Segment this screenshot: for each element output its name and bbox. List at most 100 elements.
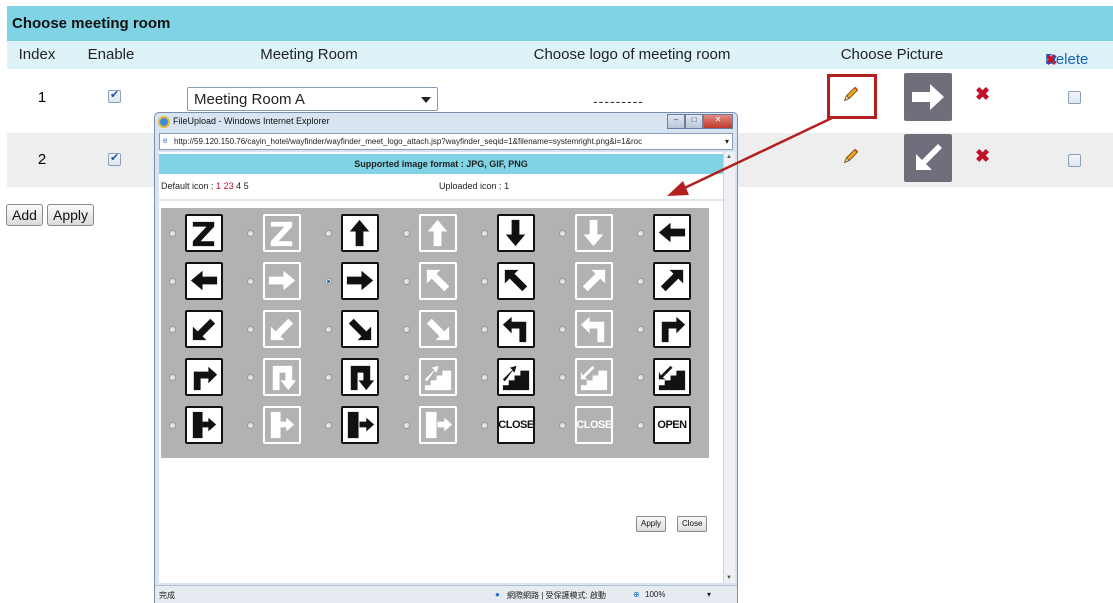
- icon-radio[interactable]: [325, 326, 332, 333]
- icon-radio[interactable]: [247, 230, 254, 237]
- close-window-icon[interactable]: ✕: [703, 114, 733, 129]
- icon-option[interactable]: [575, 262, 613, 300]
- icon-option[interactable]: [185, 214, 223, 252]
- icon-option[interactable]: [653, 310, 691, 348]
- icon-option[interactable]: [419, 358, 457, 396]
- icon-radio[interactable]: [169, 230, 176, 237]
- pencil-icon[interactable]: [842, 85, 860, 103]
- popup-apply-button[interactable]: Apply: [636, 516, 667, 532]
- icon-radio[interactable]: [559, 230, 566, 237]
- icon-option[interactable]: [419, 310, 457, 348]
- icon-radio[interactable]: [481, 422, 488, 429]
- minimize-icon[interactable]: –: [667, 114, 685, 129]
- icon-radio[interactable]: [403, 278, 410, 285]
- icon-radio[interactable]: [169, 422, 176, 429]
- icon-radio[interactable]: [481, 326, 488, 333]
- chevron-down-icon[interactable]: ▾: [707, 590, 711, 599]
- icon-option[interactable]: [341, 406, 379, 444]
- chevron-down-icon[interactable]: ▾: [725, 137, 729, 146]
- enable-checkbox[interactable]: [108, 88, 121, 103]
- meeting-room-select[interactable]: Meeting Room A: [187, 87, 438, 111]
- uploaded-page-link-1[interactable]: 1: [504, 181, 509, 191]
- icon-radio[interactable]: [403, 422, 410, 429]
- icon-option[interactable]: [497, 214, 535, 252]
- icon-radio[interactable]: [247, 374, 254, 381]
- popup-close-button[interactable]: Close: [677, 516, 708, 532]
- scroll-down-icon[interactable]: ▼: [726, 575, 732, 581]
- icon-radio[interactable]: [169, 374, 176, 381]
- icon-radio[interactable]: [559, 278, 566, 285]
- icon-radio[interactable]: [559, 326, 566, 333]
- icon-radio[interactable]: [325, 422, 332, 429]
- page-link-5[interactable]: 5: [244, 181, 249, 191]
- icon-option[interactable]: [185, 262, 223, 300]
- icon-radio[interactable]: [403, 326, 410, 333]
- icon-option[interactable]: [497, 262, 535, 300]
- icon-option[interactable]: [263, 214, 301, 252]
- arrow-up-right-icon: [582, 269, 606, 292]
- icon-option[interactable]: [185, 406, 223, 444]
- icon-option[interactable]: [419, 262, 457, 300]
- icon-option[interactable]: [263, 406, 301, 444]
- enable-checkbox[interactable]: [108, 151, 121, 166]
- icon-option[interactable]: [341, 358, 379, 396]
- page-link-3[interactable]: 3: [229, 181, 234, 191]
- address-bar[interactable]: e http://59.120.150.76/cayin_hotel/wayfi…: [159, 133, 733, 150]
- icon-radio[interactable]: [403, 230, 410, 237]
- zoom-level[interactable]: 100%: [645, 590, 665, 599]
- icon-radio[interactable]: [481, 278, 488, 285]
- maximize-icon[interactable]: □: [685, 114, 703, 129]
- icon-option[interactable]: [575, 358, 613, 396]
- icon-radio[interactable]: [637, 230, 644, 237]
- icon-radio[interactable]: [637, 326, 644, 333]
- icon-radio[interactable]: [559, 422, 566, 429]
- icon-radio[interactable]: [481, 374, 488, 381]
- icon-option[interactable]: [575, 214, 613, 252]
- remove-picture-icon[interactable]: ✖: [975, 146, 990, 167]
- icon-option[interactable]: [653, 262, 691, 300]
- icon-option[interactable]: [419, 406, 457, 444]
- delete-checkbox[interactable]: [1068, 91, 1081, 104]
- page-link-1[interactable]: 1: [216, 181, 221, 191]
- icon-radio[interactable]: [325, 278, 332, 285]
- icon-radio[interactable]: [481, 230, 488, 237]
- add-button[interactable]: Add: [6, 204, 43, 226]
- icon-option[interactable]: [575, 310, 613, 348]
- icon-option[interactable]: [341, 262, 379, 300]
- section-title: Choose meeting room: [7, 6, 1113, 41]
- icon-radio[interactable]: [169, 278, 176, 285]
- icon-radio[interactable]: [247, 278, 254, 285]
- icon-radio[interactable]: [325, 374, 332, 381]
- scroll-up-icon[interactable]: ▲: [726, 154, 732, 160]
- pencil-icon[interactable]: [842, 147, 860, 165]
- icon-radio[interactable]: [169, 326, 176, 333]
- icon-option[interactable]: [497, 310, 535, 348]
- icon-option[interactable]: [341, 310, 379, 348]
- icon-option[interactable]: [185, 310, 223, 348]
- icon-radio[interactable]: [325, 230, 332, 237]
- icon-radio[interactable]: [247, 326, 254, 333]
- remove-picture-icon[interactable]: ✖: [975, 84, 990, 105]
- icon-radio[interactable]: [559, 374, 566, 381]
- icon-option[interactable]: [263, 358, 301, 396]
- icon-radio[interactable]: [637, 422, 644, 429]
- icon-radio[interactable]: [247, 422, 254, 429]
- icon-option[interactable]: OPEN: [653, 406, 691, 444]
- icon-option[interactable]: [497, 358, 535, 396]
- icon-option[interactable]: [263, 262, 301, 300]
- icon-option[interactable]: [185, 358, 223, 396]
- icon-option[interactable]: [653, 358, 691, 396]
- icon-option[interactable]: [419, 214, 457, 252]
- icon-radio[interactable]: [403, 374, 410, 381]
- icon-radio[interactable]: [637, 278, 644, 285]
- scrollbar[interactable]: ▲ ▼: [723, 152, 735, 583]
- icon-option[interactable]: [341, 214, 379, 252]
- icon-option[interactable]: [263, 310, 301, 348]
- icon-option[interactable]: CLOSE: [575, 406, 613, 444]
- page-link-4[interactable]: 4: [236, 181, 241, 191]
- delete-checkbox[interactable]: [1068, 154, 1081, 167]
- icon-option[interactable]: CLOSE: [497, 406, 535, 444]
- icon-radio[interactable]: [637, 374, 644, 381]
- apply-button[interactable]: Apply: [47, 204, 95, 226]
- icon-option[interactable]: [653, 214, 691, 252]
